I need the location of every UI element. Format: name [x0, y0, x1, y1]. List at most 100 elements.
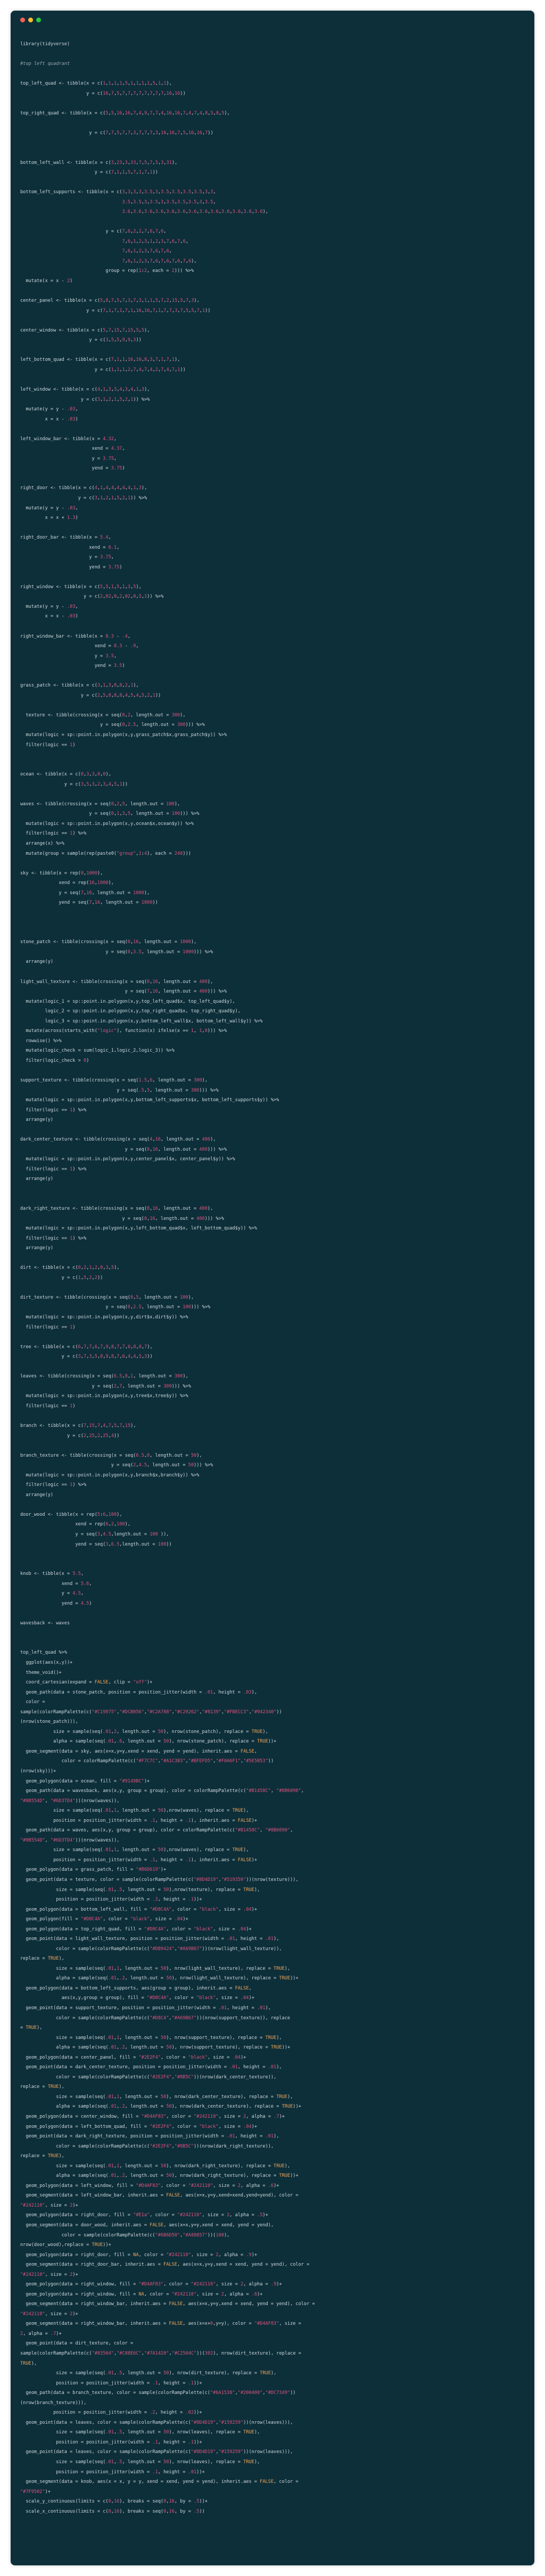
code-line: 3.5,3.5,3,3.5,3,3.5,3.5,3.5,3,3.5,	[122, 200, 216, 205]
code-line: filter(logic_check > 0)	[20, 1058, 89, 1063]
code-line: (nrow(stone_patch))),	[20, 1719, 78, 1724]
code-line: center_window <- tibble(x = c(5,7,15,7,1…	[20, 328, 150, 333]
code-line: top_left_quad <- tibble(x = c(1,1,1,1,5,…	[20, 81, 172, 86]
close-button[interactable]	[20, 18, 25, 22]
code-line: filter(logic == 1)	[20, 1403, 76, 1409]
minimize-button[interactable]	[28, 18, 33, 22]
code-line: mutate(logic_check = sum(logic_1,logic_2…	[20, 1048, 175, 1053]
code-line: arrange(y)	[20, 959, 54, 964]
code-line: y = c(7,6,2,2,7,6,7,6,	[20, 229, 167, 234]
code-line: y = c(1,1,1,2,7,4,7,4,2,7,4,7,1))	[20, 367, 186, 373]
code-line: 7,6,1,2,3,1,2,3,7,6,7,6,	[122, 239, 188, 244]
code-line: "#0B554D", "#6D3TD4"))(nrow(waves)),	[20, 1798, 120, 1804]
code-line: color =	[20, 1699, 45, 1705]
code-line: color = sample(colorRampPalette(c("#DB94…	[20, 1946, 282, 1952]
code-line: geom_segment(data = right_door_bar, inhe…	[20, 2262, 310, 2267]
code-line: geom_polygon(data = left_bottom_quad, fi…	[20, 2124, 258, 2129]
code-line: y = c(7,1,1,5,7,1,7,1))	[20, 170, 158, 175]
code-line: geom_polygon(data = center_panel, fill =…	[20, 2055, 246, 2060]
code-line: (nrow(branch_texture))),	[20, 2400, 87, 2406]
code-line: replace = TRUE),	[20, 1956, 64, 1961]
code-line: yend = 4.5)	[20, 1601, 92, 1606]
code-line: grass_patch <- tibble(x = c(3,1,3,8,8,2,…	[20, 683, 139, 688]
code-line: size = sample(seq(.01,.5, length.out = 5…	[20, 2430, 260, 2435]
code-line: position = position_jitter(width = .3, h…	[20, 1897, 202, 1902]
code-line: size = sample(seq(.01,1, length.out = 50…	[20, 2035, 282, 2041]
code-line: geom_polygon(data = right_window, fill =…	[20, 2292, 263, 2297]
code-line: geom_point(data = texture, color = sampl…	[20, 1877, 299, 1883]
code-line: right_window_bar <- tibble(x = 8.3 - .4,	[20, 634, 130, 639]
code-line: y = seq(7,16, length.out = 1000),	[20, 890, 150, 896]
code-line: color = sample(colorRampPalette(c("#6B6D…	[20, 2233, 230, 2238]
code-line: xend = rep(16,1000),	[20, 880, 114, 886]
code-line: yend = seq(3,6.5,length.out = 100))	[20, 1542, 172, 1547]
code-line: xend = 8.3 - .9,	[20, 643, 139, 649]
code-line: color = colorRampPalette(c("#F7C7C","#A1…	[20, 1758, 274, 1764]
code-line: replace = TRUE),	[20, 2153, 64, 2159]
code-line: size = sample(seq(.01,1, length.out = 50…	[20, 1966, 291, 1971]
code-line: color = sample(colorRampPalette(c("#2E2F…	[20, 2144, 274, 2149]
code-line: 7,6,1,2,3,7,6,7,6,	[122, 249, 172, 254]
code-line: scale_y_continuous(limits = c(0,16), bre…	[20, 2499, 208, 2504]
code-line: y = c(3,1,2,1,5,2,1)) %>%	[20, 397, 150, 402]
code-line: position = position_jitter(width = .1, h…	[20, 2470, 205, 2475]
code-line: (nrow(sky)))+	[20, 1769, 56, 1774]
code-line: right_door <- tibble(x = c(4,1,4,4,4,4,4…	[20, 485, 147, 491]
code-line: geom_polygon(data = bottom_left_supports…	[20, 1986, 252, 1991]
code-line: right_window <- tibble(x = c(5,5,1,5,1,3…	[20, 584, 142, 590]
code-line: mutate(logic = sp::point.in.polygon(x,y,…	[20, 732, 227, 738]
code-line: alpha = sample(seq(.01,.6, length.out = …	[20, 1739, 277, 1744]
code-line: = TRUE),	[20, 2025, 43, 2030]
code-line: yend = 3.5)	[20, 663, 125, 668]
code-line: arrange(x) %>%	[20, 841, 64, 846]
code-line: geom_point(data = light_wall_texture, po…	[20, 1936, 279, 1942]
code-line: geom_segment(data = sky, aes(x=x,y=y,xen…	[20, 1749, 257, 1754]
code-line: "#0B554D", "#6D3TD4"))(nrow(waves)),	[20, 1838, 120, 1843]
code-line: coord_cartesian(expand = FALSE, clip = "…	[20, 1680, 153, 1685]
code-line: y = c(1,5,2,2))	[20, 1275, 103, 1281]
code-line: y = c(3,5,5,9,9,3))	[20, 337, 142, 343]
code-line: mutate(logic = sp::point.in.polygon(x,y,…	[20, 1393, 188, 1399]
code-line: y = c(2,25,2,25,4))	[20, 1433, 120, 1439]
code-line: geom_polygon(data = top_right_quad, fill…	[20, 1927, 252, 1932]
code-line: geom_segment(data = door_wood, inherit.a…	[20, 2223, 274, 2228]
code-line: mutate(logic = sp::point.in.polygon(x,y,…	[20, 1157, 235, 1162]
code-line: geom_path(data = waves, aes(x,y, group =…	[20, 1828, 293, 1833]
code-line: xend = rep(6,2,100),	[20, 1522, 131, 1527]
code-line: support_texture <- tibble(crossing(x = s…	[20, 1078, 208, 1083]
code-line: "#242110", size = 2)+	[20, 2272, 78, 2277]
code-line: door_wood <- tibble(x = rep(5:6,100),	[20, 1512, 122, 1517]
code-line: y = c(7,1,7,1,7,1,16,16,7,1,7,7,3,7,5,5,…	[20, 308, 211, 313]
maximize-button[interactable]	[36, 18, 41, 22]
code-line: left_window <- tibble(x = c(4,1,3,3,4,3,…	[20, 387, 150, 392]
code-line: geom_path(data = branch_texture, color =…	[20, 2390, 296, 2396]
code-line: dirt <- tibble(x = c(0,2,1,2,0,3,5),	[20, 1265, 120, 1270]
code-editor[interactable]: library(tidyverse) #top left quadrant top_…	[20, 42, 526, 2554]
code-line: mutate(logic = sp::point.in.polygon(x,y,…	[20, 821, 194, 827]
code-line: y = c(16,7,5,7,7,7,7,7,7,7,7,16,16))	[20, 91, 186, 96]
code-line: size = sample(seq(.01,2, length.out = 50…	[20, 1729, 268, 1735]
code-line: wavesback <- waves	[20, 1621, 70, 1626]
code-line: stone_patch <- tibble(crossing(x = seq(0…	[20, 939, 197, 945]
code-line: y = seq(0,16, length.out = 400))) %>%	[20, 1216, 224, 1221]
code-line: size = sample(seq(.01,.5, length.out = 5…	[20, 2371, 277, 2376]
code-line: x = x + 1.3)	[20, 515, 78, 521]
code-line: branch <- tibble(x = c(7,15,7,4,7,5,7,15…	[20, 1423, 136, 1429]
code-line: y = 3.75,	[20, 555, 114, 560]
code-line: "#242110", size = 2)+	[20, 2203, 78, 2208]
code-line: geom_point(data = dirt_texture, color =	[20, 2341, 134, 2346]
code-line: position = position_jitter(width = .1, h…	[20, 2440, 202, 2445]
code-line: y = seq(0,2.5, length.out = 100))) %>%	[20, 1304, 211, 1310]
code-line: geom_path(data = wavesback, aes(x,y, gro…	[20, 1788, 304, 1794]
code-line: tree <- tibble(x = c(6,7,7,6,7,9,8,7,7,6…	[20, 1344, 153, 1350]
code-line: size = sample(seq(.01,1, length.out = 50…	[20, 2094, 293, 2100]
code-line: bottom_left_supports <- tibble(x = c(3,3…	[20, 189, 216, 195]
code-line: geom_polygon(data = grass_patch, fill = …	[20, 1867, 167, 1872]
code-line: "#242110", size = 2)+	[20, 2311, 78, 2317]
code-line: xend = 5.6,	[20, 1581, 92, 1587]
code-line: left_bottom_quad <- tibble(x = c(7,1,1,1…	[20, 357, 180, 362]
code-line: yend = seq(7,16, length.out = 1000))	[20, 900, 158, 905]
code-line: color = sample(colorRampPalette(c("#D8C4…	[20, 2016, 291, 2021]
code-line: rowwise() %>%	[20, 1038, 62, 1044]
code-line: size = sample(seq(.01,.5, length.out = 5…	[20, 1887, 260, 1893]
